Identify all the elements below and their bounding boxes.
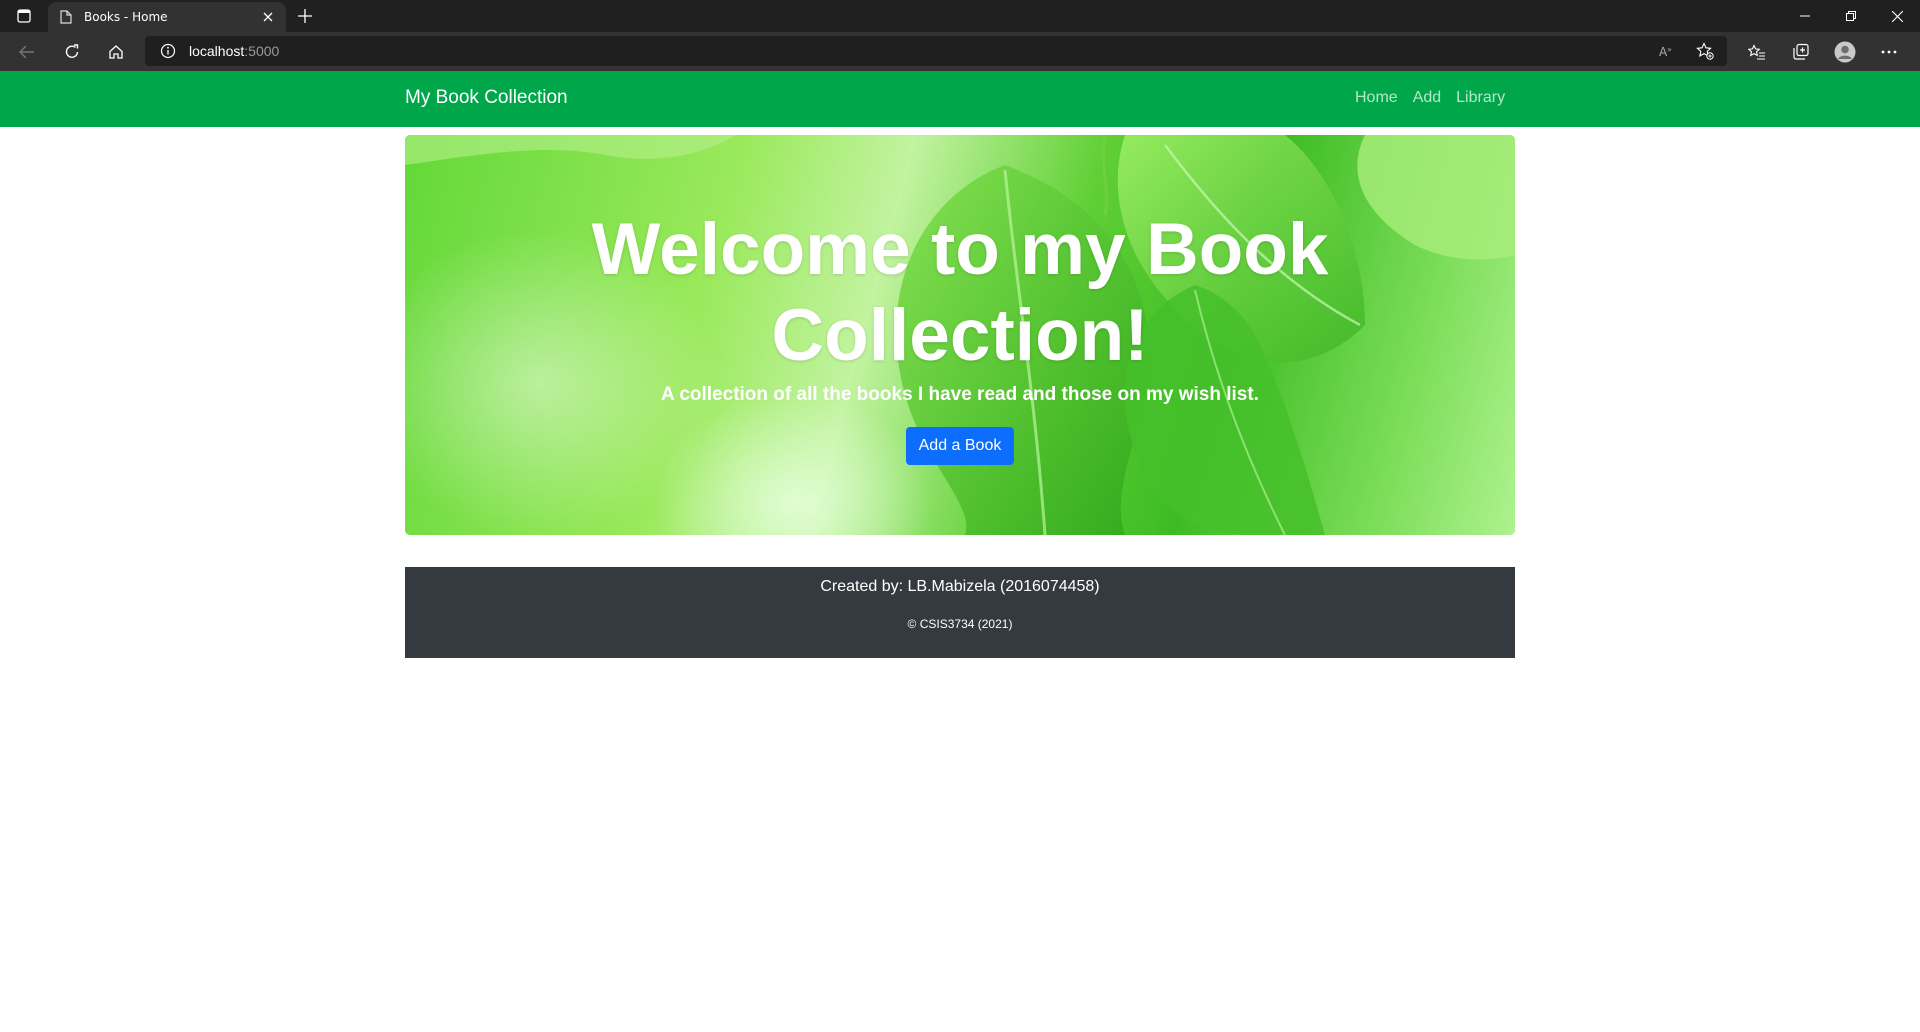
collections-icon[interactable] — [1786, 37, 1816, 67]
favorites-icon[interactable] — [1742, 37, 1772, 67]
plus-icon[interactable] — [293, 5, 317, 27]
hero-banner: Welcome to my Book Collection! A collect… — [405, 135, 1515, 535]
nav-links: Home Add Library — [1355, 89, 1505, 107]
tab-title: Books - Home — [84, 10, 168, 24]
close-window-icon[interactable] — [1874, 0, 1920, 32]
footer-created-by: Created by: LB.Mabizela (2016074458) — [820, 578, 1100, 595]
read-aloud-icon[interactable]: A» — [1655, 40, 1679, 62]
url-host: localhost — [189, 43, 245, 59]
profile-icon[interactable] — [1830, 37, 1860, 67]
restore-icon[interactable] — [1828, 0, 1874, 32]
hero-subtitle: A collection of all the books I have rea… — [661, 384, 1259, 405]
more-icon[interactable] — [1874, 37, 1904, 67]
footer-copyright: © CSIS3734 (2021) — [907, 617, 1013, 631]
home-icon[interactable] — [101, 37, 131, 67]
add-book-button[interactable]: Add a Book — [906, 427, 1014, 465]
info-icon[interactable] — [159, 42, 177, 60]
browser-tab[interactable]: Books - Home — [48, 2, 286, 32]
tab-actions-icon[interactable] — [12, 7, 36, 25]
url-port: :5000 — [244, 43, 280, 59]
refresh-icon[interactable] — [57, 37, 87, 67]
window-controls — [1782, 0, 1920, 32]
nav-link-home[interactable]: Home — [1355, 89, 1398, 107]
page-icon — [58, 9, 74, 25]
back-arrow-icon[interactable] — [12, 37, 42, 67]
page-footer: Created by: LB.Mabizela (2016074458) © C… — [405, 567, 1515, 658]
url-text[interactable]: localhost:5000 — [189, 43, 279, 59]
minimize-icon[interactable] — [1782, 0, 1828, 32]
address-bar[interactable]: localhost:5000 A» — [145, 36, 1727, 66]
add-favorite-icon[interactable] — [1693, 40, 1717, 62]
browser-tab-bar: Books - Home — [0, 0, 1920, 32]
close-icon[interactable] — [258, 7, 278, 27]
nav-link-library[interactable]: Library — [1456, 89, 1505, 107]
navbar-brand[interactable]: My Book Collection — [405, 87, 568, 109]
svg-text:»: » — [1667, 45, 1672, 54]
site-navbar: My Book Collection Home Add Library — [0, 71, 1920, 127]
browser-toolbar: localhost:5000 A» — [0, 32, 1920, 71]
hero-content: Welcome to my Book Collection! A collect… — [405, 135, 1515, 535]
nav-link-add[interactable]: Add — [1413, 89, 1441, 107]
hero-title: Welcome to my Book Collection! — [591, 209, 1329, 376]
